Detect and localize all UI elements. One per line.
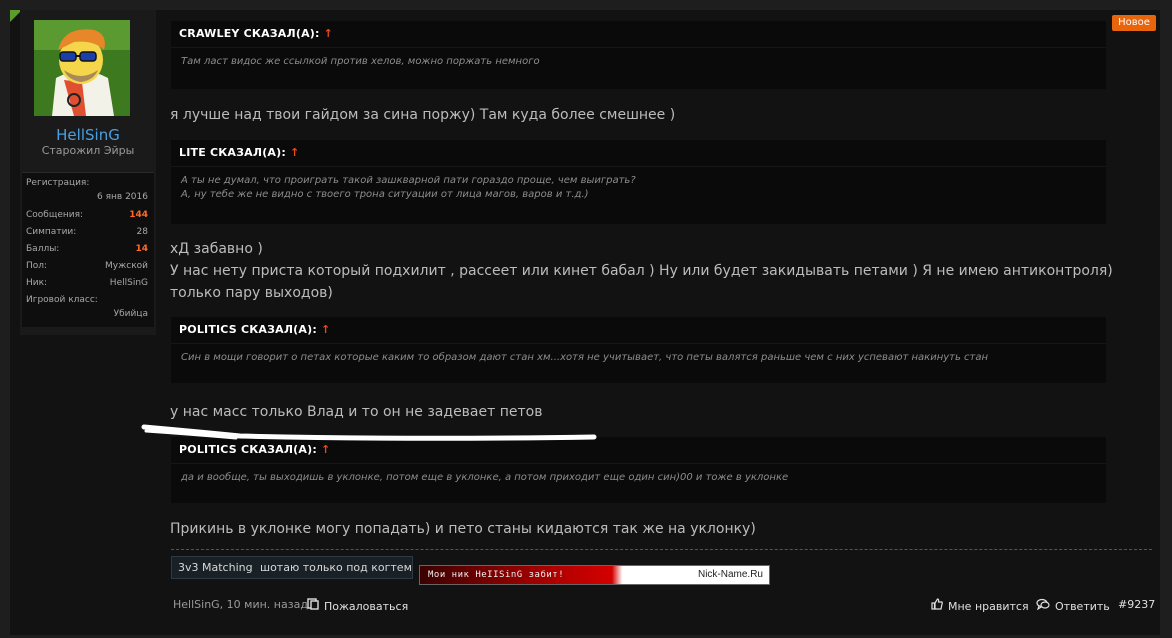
hand-drawn-underline [141, 424, 597, 441]
